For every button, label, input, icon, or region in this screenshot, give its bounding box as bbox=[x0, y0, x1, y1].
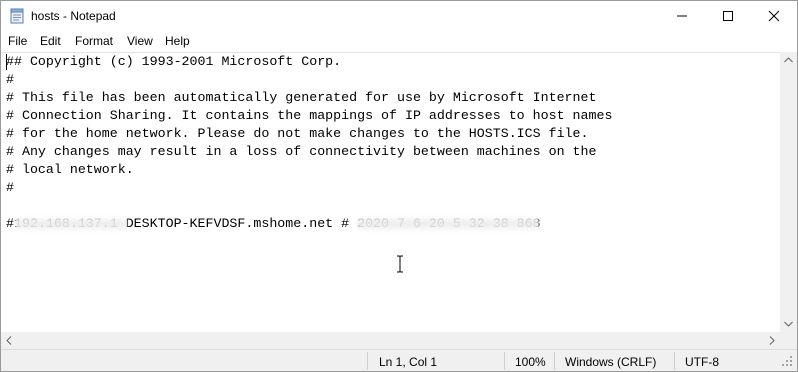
status-divider bbox=[554, 352, 555, 370]
cursor-position: Ln 1, Col 1 bbox=[379, 355, 438, 369]
zoom-level: 100% bbox=[515, 355, 546, 369]
menu-format[interactable]: Format bbox=[75, 34, 113, 48]
text-caret bbox=[6, 54, 7, 70]
text-cursor-icon bbox=[397, 255, 403, 273]
redaction-blur bbox=[15, 216, 127, 232]
maximize-button[interactable] bbox=[705, 1, 751, 32]
menu-bar: File Edit Format View Help bbox=[1, 32, 797, 52]
editor-text: ## Copyright (c) 1993-2001 Microsoft Cor… bbox=[6, 53, 612, 233]
status-divider bbox=[367, 352, 368, 370]
minimize-button[interactable] bbox=[659, 1, 705, 32]
status-divider bbox=[504, 352, 505, 370]
scroll-down-icon[interactable] bbox=[784, 321, 793, 327]
editor-line: # for the home network. Please do not ma… bbox=[6, 126, 589, 141]
menu-view[interactable]: View bbox=[127, 34, 153, 48]
menu-edit[interactable]: Edit bbox=[40, 34, 61, 48]
notepad-window: hosts - Notepad File Edit Format View He… bbox=[0, 0, 798, 372]
redaction-blur bbox=[357, 216, 539, 232]
minimize-icon bbox=[677, 15, 687, 17]
text-editor[interactable]: ## Copyright (c) 1993-2001 Microsoft Cor… bbox=[1, 52, 780, 333]
editor-line: # Any changes may result in a loss of co… bbox=[6, 144, 597, 159]
scroll-right-icon[interactable] bbox=[769, 336, 775, 345]
notepad-icon bbox=[10, 8, 24, 24]
horizontal-scrollbar[interactable] bbox=[1, 332, 780, 349]
encoding: UTF-8 bbox=[685, 355, 719, 369]
editor-line: # local network. bbox=[6, 162, 134, 177]
maximize-icon bbox=[723, 11, 733, 21]
window-title: hosts - Notepad bbox=[31, 9, 116, 23]
menu-help[interactable]: Help bbox=[165, 34, 190, 48]
status-bar: Ln 1, Col 1 100% Windows (CRLF) UTF-8 bbox=[1, 349, 797, 371]
status-divider bbox=[674, 352, 675, 370]
menu-file[interactable]: File bbox=[8, 34, 27, 48]
close-icon bbox=[768, 10, 780, 22]
editor-line: # This file has been automatically gener… bbox=[6, 90, 597, 105]
scrollbar-corner bbox=[780, 332, 797, 349]
close-button[interactable] bbox=[751, 1, 797, 32]
editor-line: # Connection Sharing. It contains the ma… bbox=[6, 108, 613, 123]
line-ending: Windows (CRLF) bbox=[565, 355, 657, 369]
title-bar[interactable]: hosts - Notepad bbox=[1, 1, 797, 32]
scroll-up-icon[interactable] bbox=[784, 57, 793, 63]
editor-line: ## Copyright (c) 1993-2001 Microsoft Cor… bbox=[6, 54, 342, 69]
vertical-scrollbar[interactable] bbox=[780, 52, 797, 332]
scroll-left-icon[interactable] bbox=[6, 336, 12, 345]
editor-line: # bbox=[6, 72, 14, 87]
editor-line: # bbox=[6, 180, 14, 195]
resize-grip-icon[interactable] bbox=[781, 355, 793, 367]
